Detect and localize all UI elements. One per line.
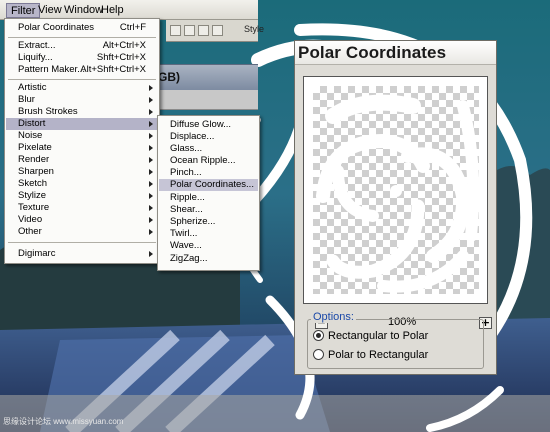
- menu-item-video[interactable]: Video: [6, 214, 158, 226]
- menu-item-other[interactable]: Other: [6, 226, 158, 238]
- options-label: Options:: [311, 311, 356, 323]
- menu-item-shortcut: Alt+Shft+Ctrl+X: [80, 64, 146, 75]
- menu-item-label: Sharpen: [18, 166, 54, 177]
- submenu-item-wave[interactable]: Wave...: [159, 240, 258, 252]
- menu-item-liquify[interactable]: Liquify... Shft+Ctrl+X: [6, 52, 158, 64]
- menu-item-extract[interactable]: Extract... Alt+Ctrl+X: [6, 40, 158, 52]
- radio-selected-icon[interactable]: [313, 329, 324, 341]
- submenu-arrow-icon: [149, 145, 153, 151]
- submenu-item-diffuse-glow[interactable]: Diffuse Glow...: [159, 119, 258, 131]
- document-title: GB): [158, 70, 180, 84]
- menu-item-label: Digimarc: [18, 248, 56, 259]
- menu-item-label: Sketch: [18, 178, 48, 189]
- menu-item-label: Liquify...: [18, 52, 53, 63]
- menu-item-distort[interactable]: Distort: [6, 118, 158, 130]
- menu-item-label: Polar Coordinates: [18, 22, 95, 33]
- option-toggle-icon[interactable]: [212, 25, 223, 36]
- radio-rectangular-to-polar[interactable]: Rectangular to Polar: [313, 329, 428, 343]
- option-toggle-icon[interactable]: [170, 25, 181, 36]
- menu-item-pixelate[interactable]: Pixelate: [6, 142, 158, 154]
- menu-help[interactable]: Help: [97, 3, 128, 18]
- document-ruler-bar: [150, 90, 258, 110]
- watermark: 思缘设计论坛 www.missyuan.com: [3, 417, 124, 426]
- menu-item-sharpen[interactable]: Sharpen: [6, 166, 158, 178]
- radio-unselected-icon[interactable]: [313, 348, 324, 360]
- submenu-arrow-icon: [149, 97, 153, 103]
- submenu-arrow-icon: [149, 121, 153, 127]
- document-title-bar: GB): [150, 64, 258, 90]
- menu-item-label: Video: [18, 214, 43, 225]
- menu-divider: [8, 242, 156, 243]
- submenu-arrow-icon: [149, 217, 153, 223]
- menu-item-last-filter[interactable]: Polar Coordinates Ctrl+F: [6, 22, 158, 34]
- menu-item-label: Pattern Maker...: [18, 64, 86, 75]
- submenu-arrow-icon: [149, 169, 153, 175]
- radio-label: Polar to Rectangular: [328, 349, 429, 361]
- menu-item-texture[interactable]: Texture: [6, 202, 158, 214]
- menu-item-label: Other: [18, 226, 42, 237]
- option-toggle-icon[interactable]: [184, 25, 195, 36]
- menu-item-label: Artistic: [18, 82, 47, 93]
- submenu-arrow-icon: [149, 157, 153, 163]
- menu-item-label: Blur: [18, 94, 35, 105]
- polar-coordinates-dialog: Polar Coordinates − 100% + Options: Re: [294, 40, 497, 375]
- menu-divider: [8, 79, 156, 80]
- menu-item-label: Stylize: [18, 190, 46, 201]
- dialog-title-bar[interactable]: Polar Coordinates: [295, 41, 496, 65]
- menu-item-pattern-maker[interactable]: Pattern Maker... Alt+Shft+Ctrl+X: [6, 64, 158, 76]
- menu-item-stylize[interactable]: Stylize: [6, 190, 158, 202]
- menu-item-label: Noise: [18, 130, 43, 141]
- radio-label: Rectangular to Polar: [328, 330, 429, 342]
- menu-item-sketch[interactable]: Sketch: [6, 178, 158, 190]
- menu-bar: Filter View Window Help: [0, 0, 258, 20]
- option-toggle-icon[interactable]: [198, 25, 209, 36]
- submenu-arrow-icon: [149, 193, 153, 199]
- menu-item-label: Distort: [18, 118, 46, 129]
- submenu-arrow-icon: [149, 133, 153, 139]
- submenu-arrow-icon: [149, 85, 153, 91]
- menu-item-label: Texture: [18, 202, 50, 213]
- menu-item-label: Extract...: [18, 40, 56, 51]
- submenu-item-polar-coordinates[interactable]: Polar Coordinates...: [159, 179, 258, 191]
- submenu-item-displace[interactable]: Displace...: [159, 131, 258, 143]
- menu-item-blur[interactable]: Blur: [6, 94, 158, 106]
- submenu-arrow-icon: [149, 205, 153, 211]
- menu-item-digimarc[interactable]: Digimarc: [6, 248, 158, 260]
- menu-item-render[interactable]: Render: [6, 154, 158, 166]
- submenu-item-glass[interactable]: Glass...: [159, 143, 258, 155]
- distort-submenu: Diffuse Glow... Displace... Glass... Oce…: [157, 115, 260, 271]
- menu-item-noise[interactable]: Noise: [6, 130, 158, 142]
- submenu-item-ocean-ripple[interactable]: Ocean Ripple...: [159, 155, 258, 167]
- menu-divider: [8, 37, 156, 38]
- polar-swirl-preview: [316, 94, 479, 293]
- radio-polar-to-rectangular[interactable]: Polar to Rectangular: [313, 348, 428, 362]
- dialog-title: Polar Coordinates: [298, 43, 447, 62]
- submenu-arrow-icon: [149, 181, 153, 187]
- submenu-item-ripple[interactable]: Ripple...: [159, 192, 258, 204]
- submenu-item-twirl[interactable]: Twirl...: [159, 228, 258, 240]
- options-bar: Style: [166, 20, 264, 42]
- submenu-item-spherize[interactable]: Spherize...: [159, 216, 258, 228]
- menu-item-label: Pixelate: [18, 142, 52, 153]
- style-label: Style: [244, 24, 265, 34]
- submenu-item-pinch[interactable]: Pinch...: [159, 167, 258, 179]
- menu-item-label: Render: [18, 154, 50, 165]
- menu-item-artistic[interactable]: Artistic: [6, 82, 158, 94]
- submenu-arrow-icon: [149, 251, 153, 257]
- submenu-arrow-icon: [149, 109, 153, 115]
- menu-item-shortcut: Ctrl+F: [119, 22, 146, 33]
- submenu-item-zigzag[interactable]: ZigZag...: [159, 253, 258, 265]
- submenu-arrow-icon: [149, 229, 153, 235]
- preview-frame: − 100% +: [303, 76, 492, 329]
- menu-item-label: Brush Strokes: [18, 106, 78, 117]
- filter-preview[interactable]: [313, 86, 479, 294]
- submenu-item-shear[interactable]: Shear...: [159, 204, 258, 216]
- menu-item-shortcut: Alt+Ctrl+X: [102, 40, 146, 51]
- filter-menu: Polar Coordinates Ctrl+F Extract... Alt+…: [4, 18, 160, 264]
- menu-item-shortcut: Shft+Ctrl+X: [96, 52, 146, 63]
- menu-item-brush-strokes[interactable]: Brush Strokes: [6, 106, 158, 118]
